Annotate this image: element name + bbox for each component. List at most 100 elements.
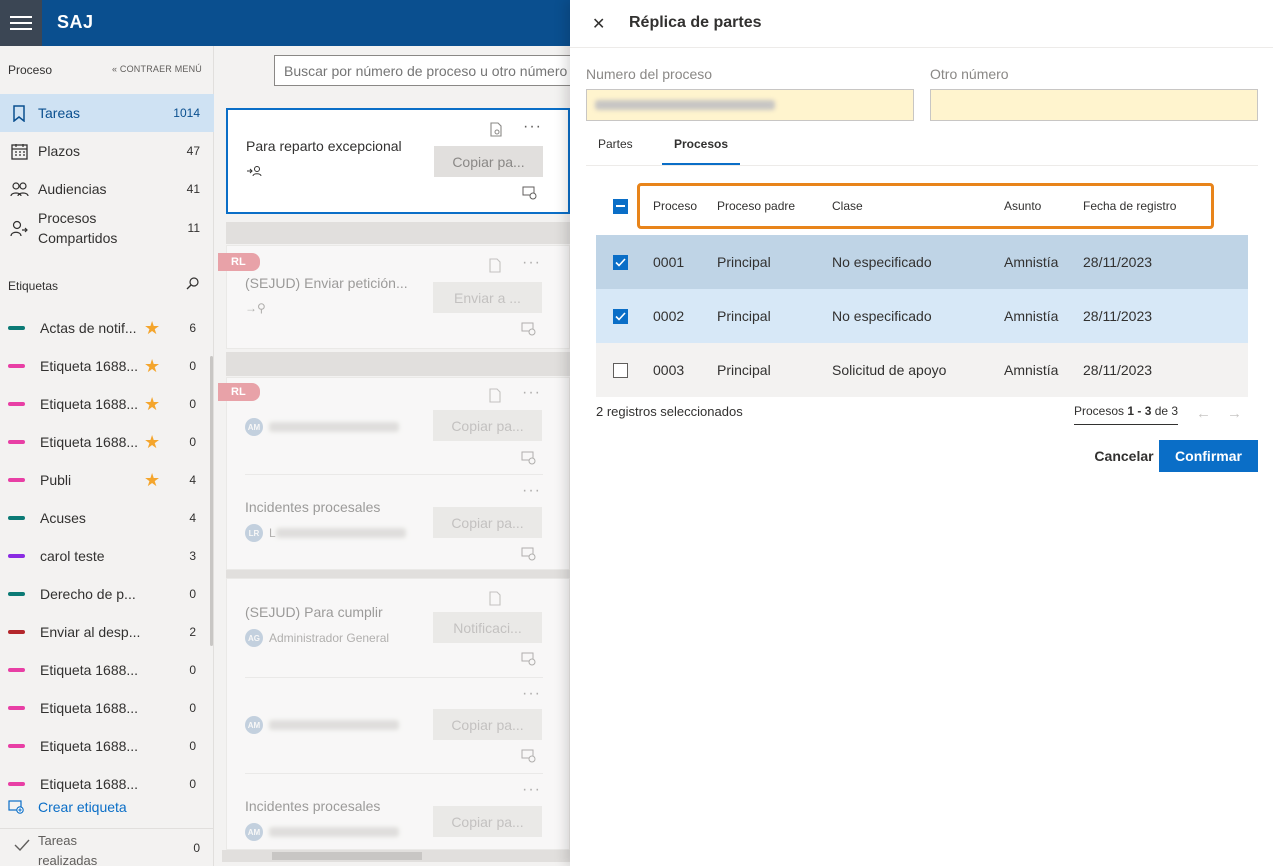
tab-partes[interactable]: Partes [598, 137, 633, 165]
tag-item[interactable]: Derecho de p... 0 [0, 575, 210, 613]
tag-item[interactable]: Etiqueta 1688... ★ 0 [0, 385, 210, 423]
cell-proceso: 0002 [653, 308, 685, 324]
confirm-button[interactable]: Confirmar [1159, 440, 1258, 472]
star-icon[interactable]: ★ [144, 471, 160, 489]
tag-item[interactable]: Etiqueta 1688... ★ 0 [0, 347, 210, 385]
table-row[interactable]: 0002 Principal No especificado Amnistía 28/1… [596, 289, 1248, 343]
previous-page-icon[interactable]: ← [1196, 405, 1211, 422]
copy-button[interactable]: Copiar pa... [434, 146, 543, 177]
chat-add-icon[interactable] [521, 451, 536, 468]
sidebar-item-label: Plazos [38, 143, 81, 159]
tag-item[interactable]: Etiqueta 1688... 0 [0, 651, 210, 689]
tag-color-bar [8, 554, 25, 558]
row-checkbox[interactable] [613, 363, 628, 378]
collapse-menu-button[interactable]: « CONTRAER MENÚ [112, 64, 202, 74]
row-checkbox[interactable] [613, 309, 628, 324]
more-options-icon[interactable]: ··· [523, 118, 542, 136]
sidebar-item-procesos-compartidos[interactable]: Procesos Compartidos 11 [0, 208, 214, 248]
column-header-proceso[interactable]: Proceso [653, 199, 697, 213]
more-options-icon[interactable]: ··· [522, 781, 541, 799]
column-header-proceso-padre[interactable]: Proceso padre [717, 199, 795, 213]
other-number-label: Otro número [930, 66, 1009, 82]
star-icon[interactable]: ★ [144, 319, 160, 337]
tag-item[interactable]: Etiqueta 1688... ★ 0 [0, 423, 210, 461]
document-icon[interactable] [489, 591, 501, 609]
close-icon[interactable]: ✕ [592, 14, 605, 34]
sidebar-item-tareas[interactable]: Tareas 1014 [0, 94, 214, 132]
tag-item[interactable]: Enviar al desp... 2 [0, 613, 210, 651]
calendar-icon [9, 141, 29, 161]
next-page-icon[interactable]: → [1227, 405, 1242, 422]
rl-badge: RL [218, 253, 260, 271]
tag-count: 0 [189, 739, 196, 753]
other-number-field[interactable] [930, 89, 1258, 121]
copy-button[interactable]: Copiar pa... [433, 507, 542, 538]
horizontal-scrollbar[interactable] [222, 850, 570, 862]
task-card[interactable]: ··· (SEJUD) Enviar petición... →⚲ Enviar… [226, 245, 570, 349]
document-icon[interactable] [490, 122, 502, 140]
tag-count: 0 [189, 777, 196, 791]
column-header-clase[interactable]: Clase [832, 199, 863, 213]
tag-item[interactable]: Etiqueta 1688... 0 [0, 689, 210, 727]
star-icon[interactable]: ★ [144, 357, 160, 375]
column-header-fecha[interactable]: Fecha de registro [1083, 199, 1176, 213]
select-all-checkbox[interactable] [613, 199, 628, 214]
more-options-icon[interactable]: ··· [522, 254, 541, 272]
sidebar-item-plazos[interactable]: Plazos 47 [0, 132, 214, 170]
panel-title: Réplica de partes [629, 14, 762, 31]
pagination-info: Procesos 1 - 3 de 3 [1074, 404, 1179, 425]
tag-item[interactable]: carol teste 3 [0, 537, 210, 575]
table-row[interactable]: 0001 Principal No especificado Amnistía 28/1… [596, 235, 1248, 289]
completed-tasks-item[interactable]: Tareas realizadas 0 [0, 828, 214, 866]
chat-add-icon[interactable] [521, 749, 536, 766]
tag-item[interactable]: Etiqueta 1688... 0 [0, 727, 210, 765]
task-card-group[interactable]: (SEJUD) Para cumplir AG Administrador Gen… [226, 578, 570, 850]
send-button[interactable]: Enviar a ... [433, 282, 542, 313]
copy-button[interactable]: Copiar pa... [433, 709, 542, 740]
tag-item[interactable]: Acuses 4 [0, 499, 210, 537]
avatar: AM [245, 418, 263, 436]
tag-item[interactable]: Publi ★ 4 [0, 461, 210, 499]
document-icon[interactable] [489, 388, 501, 406]
tag-color-bar [8, 668, 25, 672]
tag-color-bar [8, 782, 25, 786]
search-input[interactable] [274, 55, 574, 86]
task-card[interactable]: ··· Para reparto excepcional Copiar pa..… [226, 108, 570, 214]
more-options-icon[interactable]: ··· [522, 482, 541, 500]
process-number-label: Numero del proceso [586, 66, 713, 82]
column-header-asunto[interactable]: Asunto [1004, 199, 1041, 213]
sidebar-item-audiencias[interactable]: Audiencias 41 [0, 170, 214, 208]
chat-add-icon[interactable] [521, 547, 536, 564]
document-icon[interactable] [489, 258, 501, 276]
sidebar-scrollbar[interactable] [210, 356, 213, 646]
card-separator [226, 222, 570, 244]
tab-procesos[interactable]: Procesos [662, 137, 741, 165]
hamburger-menu-icon[interactable] [0, 0, 42, 46]
notification-button[interactable]: Notificaci... [433, 612, 542, 643]
chat-add-icon[interactable] [521, 652, 536, 669]
card-separator [226, 352, 570, 376]
row-checkbox[interactable] [613, 255, 628, 270]
chat-add-icon[interactable] [521, 322, 536, 339]
cancel-button[interactable]: Cancelar [1089, 440, 1159, 472]
tag-item[interactable]: Etiqueta 1688... 0 [0, 765, 210, 803]
table-row[interactable]: 0003 Principal Solicitud de apoyo Amnistía 2… [596, 343, 1248, 397]
search-icon[interactable] [186, 277, 199, 293]
tag-item[interactable]: Actas de notif... ★ 6 [0, 309, 210, 347]
copy-button[interactable]: Copiar pa... [433, 806, 542, 837]
sidebar-item-count: 47 [186, 144, 200, 158]
tag-count: 4 [189, 511, 196, 525]
tag-label: Derecho de p... [40, 586, 136, 602]
tags-header: Etiquetas [8, 279, 59, 293]
tag-color-bar [8, 478, 25, 482]
chat-add-icon[interactable] [522, 186, 537, 203]
selected-count: 2 registros seleccionados [596, 404, 743, 419]
star-icon[interactable]: ★ [144, 433, 160, 451]
copy-button[interactable]: Copiar pa... [433, 410, 542, 441]
create-tag-button[interactable]: Crear etiqueta [8, 799, 127, 815]
more-options-icon[interactable]: ··· [522, 384, 541, 402]
star-icon[interactable]: ★ [144, 395, 160, 413]
sidebar-item-label: Procesos Compartidos [38, 210, 118, 246]
process-number-field[interactable] [586, 89, 914, 121]
more-options-icon[interactable]: ··· [522, 685, 541, 703]
